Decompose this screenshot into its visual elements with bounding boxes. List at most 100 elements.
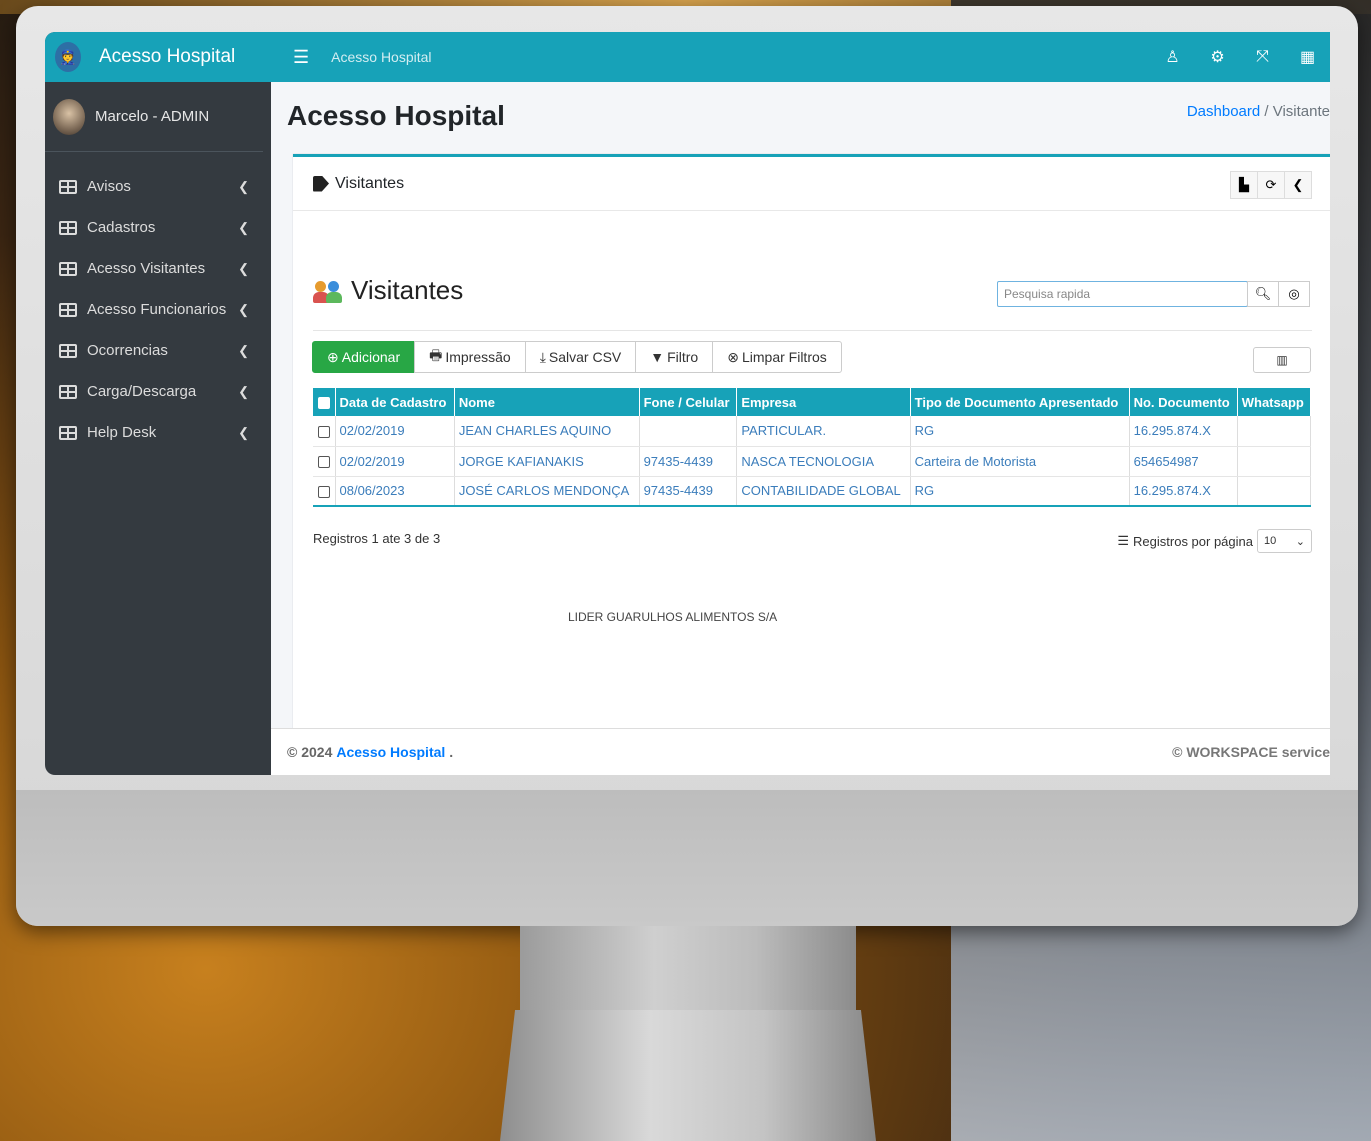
sidebar: 👮 Acesso Hospital Marcelo - ADMIN Avisos… xyxy=(45,32,271,775)
sidebar-item-help-desk[interactable]: Help Desk ❮ xyxy=(45,412,271,453)
monitor-stand-base xyxy=(500,1010,876,1141)
print-button-label: Impressão xyxy=(445,349,511,365)
table-icon xyxy=(59,261,77,276)
topbar-title: Acesso Hospital xyxy=(331,49,432,65)
records-count: Registros 1 ate 3 de 3 xyxy=(313,531,441,546)
sidebar-item-label: Avisos xyxy=(87,178,131,195)
gear-icon[interactable]: ⚙ xyxy=(1195,47,1240,67)
breadcrumb-dashboard-link[interactable]: Dashboard xyxy=(1187,103,1260,120)
column-header[interactable]: Whatsapp xyxy=(1237,388,1312,416)
breadcrumb-current: Visitante xyxy=(1272,103,1330,120)
table-icon xyxy=(59,179,77,194)
table-icon xyxy=(59,220,77,235)
save-csv-button[interactable]: ⤓ Salvar CSV xyxy=(524,341,637,373)
visitors-table: Data de Cadastro Nome Fone / Celular Emp… xyxy=(313,388,1312,507)
cell-phone: 97435-4439 xyxy=(639,446,738,477)
filter-icon: ▼ xyxy=(650,349,665,365)
search-icon[interactable]: 🔍︎ xyxy=(1247,281,1279,307)
screen: 👮 Acesso Hospital Marcelo - ADMIN Avisos… xyxy=(45,32,1330,775)
cell-date: 02/02/2019 xyxy=(335,446,455,477)
table-icon xyxy=(59,384,77,399)
user-icon[interactable]: ♙ xyxy=(1150,47,1195,67)
toolbar: ⊕ Adicionar 🖶 Impressão ⤓ Salvar CSV ▼ Filtr… xyxy=(312,341,842,373)
refresh-icon[interactable]: ⟳ xyxy=(1257,171,1285,199)
row-checkbox[interactable] xyxy=(313,476,336,507)
cell-name: JEAN CHARLES AQUINO xyxy=(454,416,640,447)
topbar: ☰ Acesso Hospital ♙ ⚙ ⤧ ▦ xyxy=(271,32,1330,82)
column-header[interactable]: Tipo de Documento Apresentado xyxy=(910,388,1130,416)
add-button[interactable]: ⊕ Adicionar xyxy=(312,341,416,373)
document-icon[interactable]: ▙ xyxy=(1230,171,1258,199)
columns-button[interactable]: ▥ xyxy=(1253,347,1311,373)
main-content: Acesso Hospital Dashboard / Visitante Vi… xyxy=(271,82,1330,775)
breadcrumb: Dashboard / Visitante xyxy=(1187,103,1330,120)
sidebar-item-label: Acesso Visitantes xyxy=(87,260,206,277)
sidebar-item-acesso-visitantes[interactable]: Acesso Visitantes ❮ xyxy=(45,248,271,289)
column-header[interactable]: Data de Cadastro xyxy=(335,388,455,416)
cell-phone xyxy=(639,416,738,447)
cell-doc-no: 654654987 xyxy=(1129,446,1238,477)
per-page-label: Registros por página xyxy=(1133,533,1253,549)
table-row[interactable]: 02/02/2019 JEAN CHARLES AQUINO PARTICULA… xyxy=(313,416,1312,447)
hamburger-menu-icon[interactable]: ☰ xyxy=(293,47,309,68)
target-icon[interactable]: ◎ xyxy=(1278,281,1310,307)
cell-date: 08/06/2023 xyxy=(335,476,455,507)
sidebar-item-cadastros[interactable]: Cadastros ❮ xyxy=(45,207,271,248)
cell-doc-no: 16.295.874.X xyxy=(1129,416,1238,447)
table-row[interactable]: 08/06/2023 JOSÉ CARLOS MENDONÇA 97435-44… xyxy=(313,476,1312,507)
column-header[interactable]: Empresa xyxy=(736,388,911,416)
filter-button[interactable]: ▼ Filtro xyxy=(635,341,714,373)
divider xyxy=(313,330,1312,331)
avatar xyxy=(53,98,85,135)
sidebar-item-label: Help Desk xyxy=(87,424,157,441)
sidebar-item-label: Ocorrencias xyxy=(87,342,168,359)
per-page-value: 10 xyxy=(1264,535,1277,547)
chevron-left-icon: ❮ xyxy=(238,301,249,317)
footer-right: © WORKSPACE service xyxy=(1172,744,1330,760)
per-page-select[interactable]: 10 ⌄ xyxy=(1257,529,1312,553)
print-button[interactable]: 🖶 Impressão xyxy=(414,341,526,373)
sidebar-item-label: Acesso Funcionarios xyxy=(87,301,227,318)
plus-circle-icon: ⊕ xyxy=(327,348,339,365)
cell-whatsapp xyxy=(1237,476,1312,507)
per-page: ☰ Registros por página 10 ⌄ xyxy=(1117,529,1312,553)
user-name: Marcelo - ADMIN xyxy=(95,108,210,125)
sidebar-item-carga-descarga[interactable]: Carga/Descarga ❮ xyxy=(45,371,271,412)
user-panel[interactable]: Marcelo - ADMIN xyxy=(45,82,263,152)
page-title: Acesso Hospital xyxy=(287,100,505,131)
cell-company: NASCA TECNOLOGIA xyxy=(736,446,911,477)
select-all-checkbox[interactable] xyxy=(313,388,336,416)
cell-doc-type: RG xyxy=(910,476,1130,507)
visitantes-card: Visitantes ▙ ⟳ ❮ Visitantes Pesquisa rap… xyxy=(293,154,1330,729)
search-input[interactable]: Pesquisa rapida xyxy=(997,281,1248,307)
table-icon xyxy=(59,343,77,358)
row-checkbox[interactable] xyxy=(313,416,336,447)
table-icon xyxy=(59,425,77,440)
table-row[interactable]: 02/02/2019 JORGE KAFIANAKIS 97435-4439 N… xyxy=(313,446,1312,477)
footer-brand-link[interactable]: Acesso Hospital xyxy=(336,744,445,760)
collapse-chevron-icon[interactable]: ❮ xyxy=(1284,171,1312,199)
column-header[interactable]: Nome xyxy=(454,388,640,416)
footer-copyright: © 2024 xyxy=(287,744,333,760)
breadcrumb-separator: / xyxy=(1264,103,1269,120)
sidebar-item-avisos[interactable]: Avisos ❮ xyxy=(45,166,271,207)
table-header-row: Data de Cadastro Nome Fone / Celular Emp… xyxy=(313,388,1312,416)
fullscreen-icon[interactable]: ⤧ xyxy=(1240,48,1285,66)
cell-name: JOSÉ CARLOS MENDONÇA xyxy=(454,476,640,507)
clear-filters-button[interactable]: ⊗ Limpar Filtros xyxy=(712,341,842,373)
cell-phone: 97435-4439 xyxy=(639,476,738,507)
row-checkbox[interactable] xyxy=(313,446,336,477)
chevron-left-icon: ❮ xyxy=(238,260,249,276)
cell-doc-type: Carteira de Motorista xyxy=(910,446,1130,477)
brand[interactable]: 👮 Acesso Hospital xyxy=(45,32,271,82)
sidebar-item-ocorrencias[interactable]: Ocorrencias ❮ xyxy=(45,330,271,371)
add-button-label: Adicionar xyxy=(341,349,401,365)
cell-company: CONTABILIDADE GLOBAL xyxy=(736,476,911,507)
column-header[interactable]: No. Documento xyxy=(1129,388,1238,416)
column-header[interactable]: Fone / Celular xyxy=(639,388,738,416)
sidebar-nav: Avisos ❮ Cadastros ❮ Acesso Visitantes ❮ Ac… xyxy=(45,166,271,453)
apps-grid-icon[interactable]: ▦ xyxy=(1285,47,1330,67)
cell-name: JORGE KAFIANAKIS xyxy=(454,446,640,477)
sidebar-item-acesso-funcionarios[interactable]: Acesso Funcionarios ❮ xyxy=(45,289,271,330)
tag-icon xyxy=(313,175,329,192)
